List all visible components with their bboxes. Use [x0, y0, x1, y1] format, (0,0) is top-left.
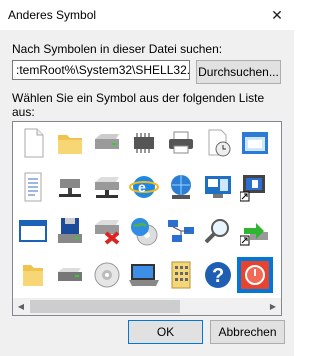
icon-cell[interactable]: ?	[201, 258, 235, 292]
chip-icon	[129, 130, 159, 156]
icon-cell[interactable]	[164, 214, 198, 248]
globe-ie-icon: e	[129, 172, 159, 202]
icon-cell[interactable]	[238, 258, 272, 292]
scroll-thumb[interactable]	[30, 300, 180, 313]
icon-cell[interactable]	[238, 170, 272, 204]
blank-document-icon	[20, 128, 46, 158]
globe-cd-icon	[129, 216, 159, 246]
icon-cell[interactable]	[16, 258, 50, 292]
svg-text:?: ?	[212, 265, 224, 287]
search-label: Nach Symbolen in dieser Datei suchen:	[12, 42, 223, 56]
icon-cell[interactable]	[127, 258, 161, 292]
close-icon: ✕	[271, 6, 283, 23]
scroll-right-icon[interactable]: ▶	[266, 300, 280, 313]
icon-cell[interactable]	[53, 214, 87, 248]
folder-icon	[56, 130, 84, 156]
document-clock-icon	[203, 128, 233, 158]
icon-cell[interactable]	[238, 214, 272, 248]
icon-cell[interactable]	[238, 126, 272, 160]
icon-cell[interactable]	[53, 126, 87, 160]
file-path-field[interactable]: :temRoot%\System32\SHELL32.dll	[12, 60, 190, 80]
dialog-body: Nach Symbolen in dieser Datei suchen: :t…	[0, 30, 294, 356]
title-bar: Anderes Symbol ✕	[0, 0, 294, 30]
horizontal-scrollbar[interactable]: ◀ ▶	[13, 298, 281, 315]
help-icon: ?	[203, 260, 233, 290]
icon-cell[interactable]	[127, 214, 161, 248]
icon-cell[interactable]	[201, 214, 235, 248]
icon-cell[interactable]: e	[127, 170, 161, 204]
power-icon	[240, 260, 270, 290]
folder-half-icon	[19, 261, 47, 289]
icon-cell[interactable]	[90, 258, 124, 292]
icon-cell[interactable]	[16, 170, 50, 204]
hard-drive-icon	[55, 262, 85, 288]
icon-cell[interactable]	[201, 170, 235, 204]
calculator-icon	[167, 260, 195, 290]
icon-cell[interactable]	[16, 126, 50, 160]
drive-icon	[92, 131, 122, 155]
icon-cell[interactable]	[90, 126, 124, 160]
icon-cell[interactable]	[90, 214, 124, 248]
magnifier-icon	[203, 216, 233, 246]
cancel-button[interactable]: Abbrechen	[210, 320, 285, 344]
list-label: Wählen Sie ein Symbol aus der folgenden …	[12, 91, 265, 119]
icon-list[interactable]: e? ◀ ▶	[12, 121, 282, 316]
computer-icon	[129, 261, 159, 289]
text-document-icon	[20, 172, 46, 202]
printer-icon	[166, 130, 196, 156]
icon-cell[interactable]	[164, 126, 198, 160]
icon-cell[interactable]	[164, 170, 198, 204]
scroll-left-icon[interactable]: ◀	[14, 300, 28, 313]
close-button[interactable]: ✕	[264, 3, 290, 27]
window-title: Anderes Symbol	[8, 8, 97, 22]
drive-x-icon	[92, 217, 122, 245]
floppy-stack-icon	[55, 216, 85, 246]
blue-window-icon	[18, 218, 48, 244]
network-drive-icon	[55, 173, 85, 201]
network-icon	[166, 217, 196, 245]
icon-cell[interactable]	[201, 126, 235, 160]
icon-cell[interactable]	[53, 170, 87, 204]
network-drive2-icon	[92, 173, 122, 201]
ok-button[interactable]: OK	[128, 320, 203, 344]
icon-cell[interactable]	[90, 170, 124, 204]
window-app-icon	[240, 129, 270, 157]
browse-button[interactable]: Durchsuchen...	[196, 60, 281, 84]
svg-text:e: e	[138, 179, 146, 195]
green-arrow-icon	[240, 216, 270, 246]
monitor-shortcut-icon	[240, 172, 270, 202]
icon-cell[interactable]	[164, 258, 198, 292]
network-globe-icon	[166, 172, 196, 202]
cd-icon	[92, 260, 122, 290]
desktop-window-icon	[203, 173, 233, 201]
icon-cell[interactable]	[53, 258, 87, 292]
icon-cell[interactable]	[127, 126, 161, 160]
icon-cell[interactable]	[16, 214, 50, 248]
